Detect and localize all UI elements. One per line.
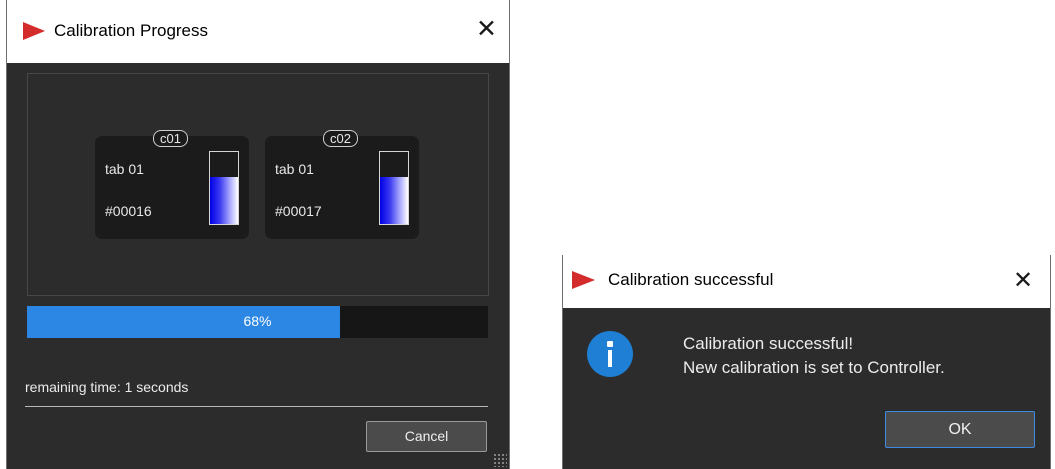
cancel-button[interactable]: Cancel [366, 421, 487, 452]
channel-card-c01: c01 tab 01 #00016 [95, 130, 249, 239]
title-bar: Calibration Progress ✕ [7, 0, 509, 63]
dialog-body: Calibration successful! New calibration … [563, 308, 1050, 469]
channel-level-fill [210, 177, 238, 224]
window-title: Calibration successful [608, 270, 774, 289]
calibration-progress-dialog: Calibration Progress ✕ c01 tab 01 #00016… [6, 0, 510, 469]
channel-tab-label: tab 01 [105, 161, 144, 177]
resize-grip-icon[interactable] [493, 453, 507, 467]
channel-tab-label: tab 01 [275, 161, 314, 177]
channel-id-label: #00016 [105, 203, 152, 219]
channels-panel: c01 tab 01 #00016 c02 tab 01 #00017 [27, 73, 489, 296]
divider [25, 406, 488, 407]
progress-label: 68% [243, 313, 272, 329]
message-line-1: Calibration successful! [683, 334, 854, 353]
app-logo-icon [23, 22, 45, 40]
window-title: Calibration Progress [54, 21, 209, 40]
channel-level-meter [379, 151, 409, 225]
app-logo-icon [572, 271, 595, 289]
message-line-2: New calibration is set to Controller. [683, 358, 945, 377]
title-bar: Calibration successful ✕ [563, 255, 1050, 308]
dialog-body: c01 tab 01 #00016 c02 tab 01 #00017 68% … [7, 63, 509, 469]
calibration-success-dialog: Calibration successful ✕ Calibration suc… [562, 255, 1051, 469]
remaining-time-label: remaining time: 1 seconds [25, 379, 189, 395]
ok-button[interactable]: OK [885, 411, 1035, 448]
channel-level-meter [209, 151, 239, 225]
close-icon[interactable]: ✕ [1013, 266, 1033, 294]
channel-badge: c01 [153, 130, 188, 147]
channel-card-c02: c02 tab 01 #00017 [265, 130, 419, 239]
info-icon [587, 331, 633, 377]
calibration-progress-bar: 68% [27, 306, 488, 338]
close-icon[interactable]: ✕ [476, 15, 497, 43]
channel-badge: c02 [323, 130, 358, 147]
channel-id-label: #00017 [275, 203, 322, 219]
channel-level-fill [380, 177, 408, 224]
